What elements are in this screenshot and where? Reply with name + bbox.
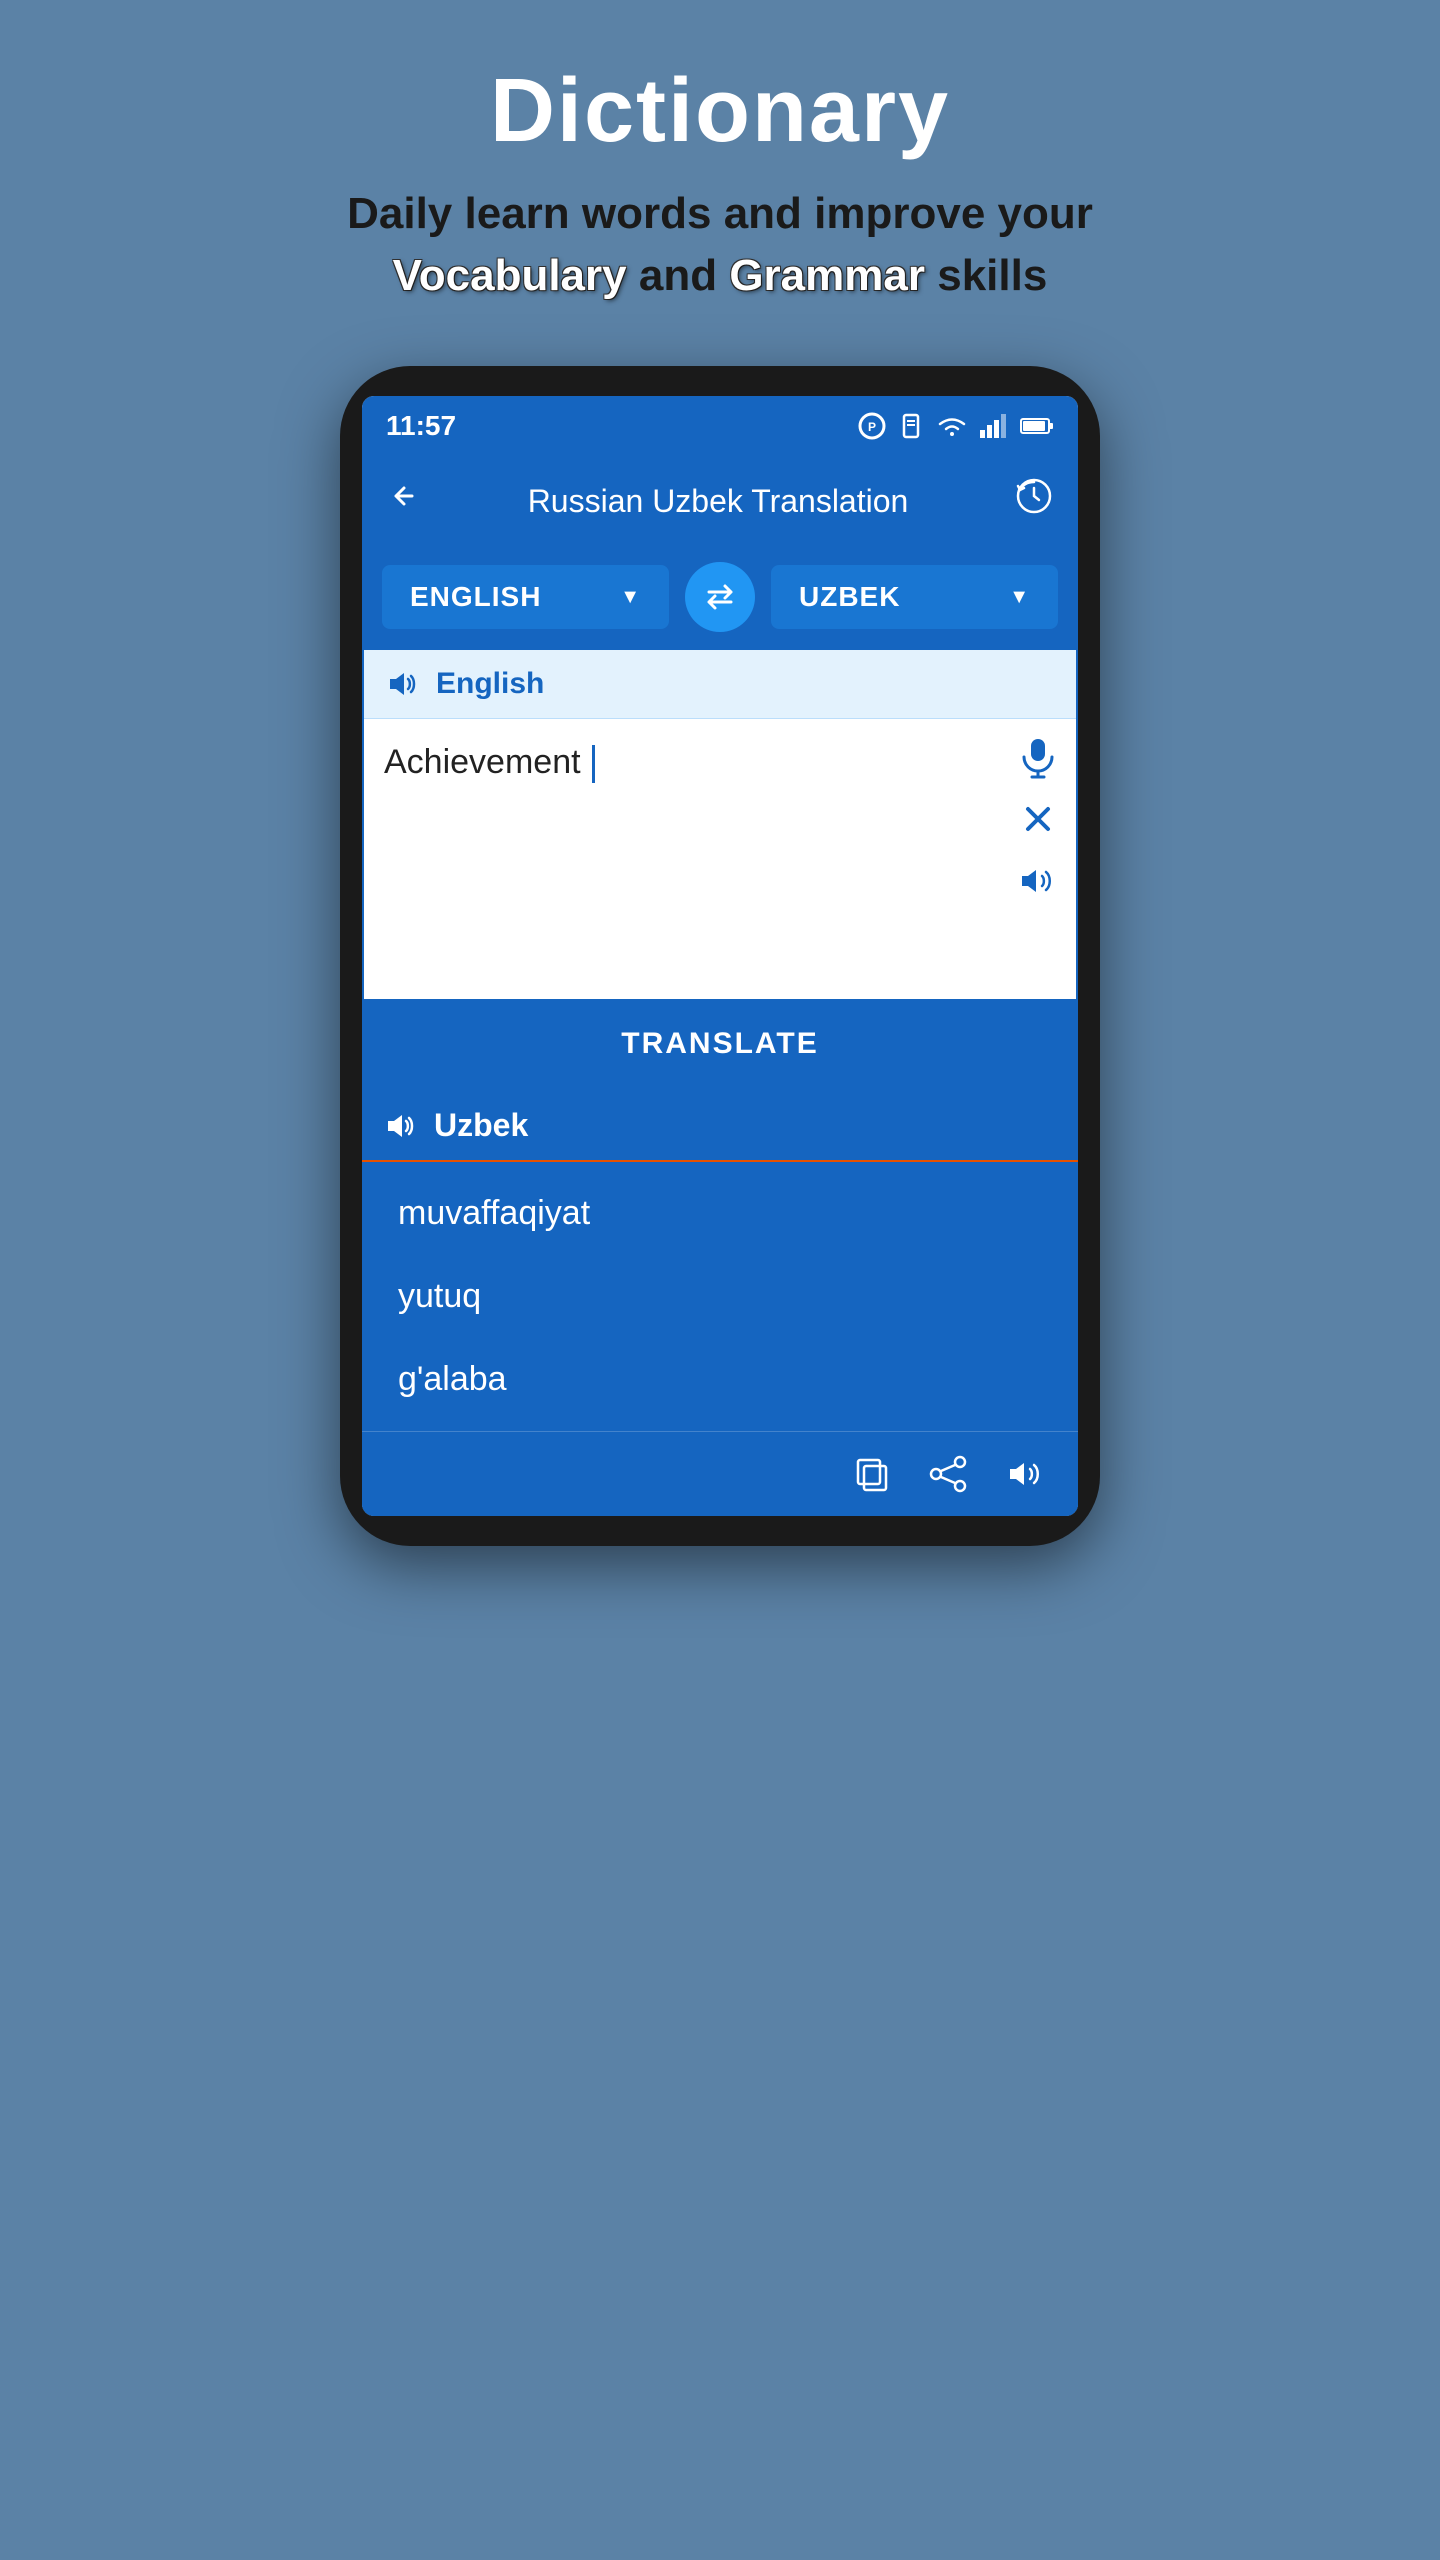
target-language-button[interactable]: UZBEK ▼ — [771, 565, 1058, 629]
subtitle-and: and — [639, 251, 729, 300]
history-button[interactable] — [1014, 476, 1054, 526]
target-lang-dropdown-arrow: ▼ — [1009, 586, 1030, 609]
output-language-label-bar: Uzbek — [362, 1087, 1078, 1162]
wifi-icon — [936, 414, 968, 438]
status-time: 11:57 — [386, 410, 456, 442]
translation-item-1[interactable]: muvaffaqiyat — [362, 1172, 1078, 1255]
text-cursor — [592, 745, 595, 783]
bottom-volume-icon[interactable] — [1004, 1452, 1048, 1496]
swap-icon — [701, 578, 739, 616]
target-language-label: UZBEK — [799, 581, 900, 613]
translate-button[interactable]: TRANSLATE — [362, 1001, 1078, 1087]
input-section: English Achievement — [362, 648, 1078, 1001]
input-action-buttons — [1016, 735, 1060, 903]
battery-icon — [1020, 416, 1054, 436]
phone-wrapper: 11:57 P — [340, 366, 1100, 1546]
svg-text:P: P — [868, 420, 876, 434]
output-translations-list: muvaffaqiyat yutuq g'alaba — [362, 1162, 1078, 1431]
copy-icon[interactable] — [852, 1454, 892, 1494]
translation-item-2[interactable]: yutuq — [362, 1255, 1078, 1338]
subtitle: Daily learn words and improve your Vocab… — [40, 183, 1400, 306]
input-speaker-icon[interactable] — [384, 666, 420, 702]
source-lang-dropdown-arrow: ▼ — [620, 586, 641, 609]
mic-icon[interactable] — [1016, 735, 1060, 779]
circle-status-icon: P — [858, 412, 886, 440]
input-text-value: Achievement — [384, 743, 581, 781]
app-bar-title: Russian Uzbek Translation — [422, 483, 1014, 520]
output-section: Uzbek muvaffaqiyat yutuq g'alaba — [362, 1087, 1078, 1516]
input-text-area[interactable]: Achievement — [364, 719, 1076, 999]
swap-languages-button[interactable] — [685, 562, 755, 632]
header-section: Dictionary Daily learn words and improve… — [0, 0, 1440, 346]
back-button[interactable] — [386, 478, 422, 524]
sd-icon — [898, 413, 924, 439]
input-text-content: Achievement — [384, 739, 976, 787]
app-title: Dictionary — [40, 60, 1400, 163]
status-bar: 11:57 P — [362, 396, 1078, 456]
phone-screen: 11:57 P — [362, 396, 1078, 1516]
subtitle-end: skills — [937, 251, 1047, 300]
subtitle-line1: Daily learn words and improve your — [347, 189, 1093, 238]
output-speaker-icon[interactable] — [382, 1108, 418, 1144]
app-bar: Russian Uzbek Translation — [362, 456, 1078, 546]
input-language-label-bar: English — [364, 650, 1076, 719]
phone-frame: 11:57 P — [340, 366, 1100, 1546]
output-language-name: Uzbek — [434, 1107, 528, 1144]
subtitle-grammar: Grammar — [729, 251, 925, 300]
clear-icon[interactable] — [1018, 799, 1058, 839]
translation-item-3[interactable]: g'alaba — [362, 1338, 1078, 1421]
volume-icon[interactable] — [1016, 859, 1060, 903]
subtitle-vocab: Vocabulary — [393, 251, 627, 300]
status-icons: P — [858, 412, 1054, 440]
source-language-label: ENGLISH — [410, 581, 541, 613]
input-language-name: English — [436, 667, 544, 701]
language-selector-bar: ENGLISH ▼ UZBEK ▼ — [362, 546, 1078, 648]
signal-icon — [980, 414, 1008, 438]
source-language-button[interactable]: ENGLISH ▼ — [382, 565, 669, 629]
bottom-action-bar — [362, 1431, 1078, 1516]
share-icon[interactable] — [928, 1454, 968, 1494]
